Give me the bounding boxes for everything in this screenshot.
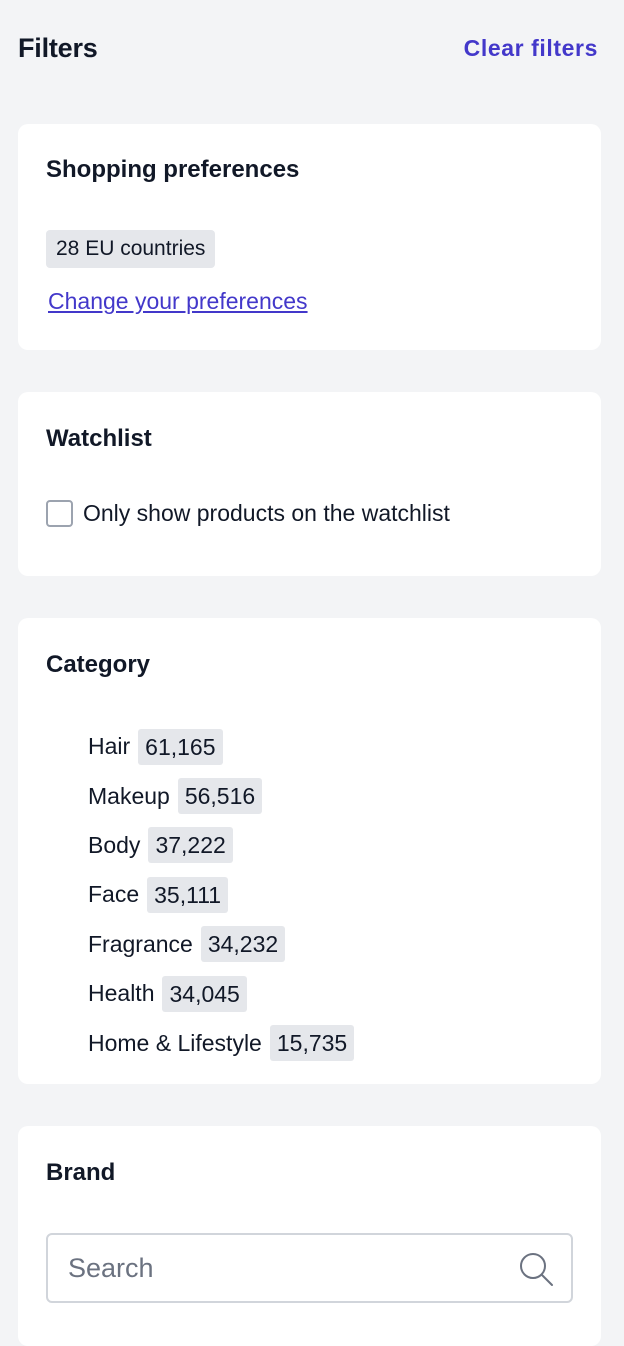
watchlist-card: Watchlist Only show products on the watc… — [18, 392, 601, 576]
shopping-preferences-card: Shopping preferences 28 EU countries Cha… — [18, 124, 601, 350]
search-icon[interactable] — [517, 1250, 555, 1288]
watchlist-title: Watchlist — [46, 425, 152, 452]
region-badge: 28 EU countries — [46, 230, 216, 268]
category-count: 15,735 — [269, 1025, 355, 1062]
category-label[interactable]: Health — [88, 980, 154, 1007]
page-title: Filters — [18, 32, 98, 63]
category-label[interactable]: Hair — [88, 733, 130, 760]
category-item-health[interactable]: Health 34,045 — [88, 969, 354, 1018]
category-item-body[interactable]: Body 37,222 — [88, 821, 354, 870]
category-item-fragrance[interactable]: Fragrance 34,232 — [88, 920, 354, 969]
brand-card: Brand — [18, 1126, 601, 1346]
category-count: 61,165 — [138, 728, 223, 765]
brand-title: Brand — [46, 1159, 116, 1186]
category-count: 34,045 — [162, 975, 247, 1012]
category-label[interactable]: Face — [88, 881, 139, 908]
watchlist-checkbox-row[interactable]: Only show products on the watchlist — [46, 500, 450, 527]
category-list: Hair 61,165 Makeup 56,516 Body 37,222 Fa… — [88, 722, 355, 1068]
change-preferences-link[interactable]: Change your preferences — [48, 288, 308, 315]
category-label[interactable]: Body — [88, 832, 140, 859]
brand-search-input[interactable] — [68, 1235, 498, 1301]
watchlist-checkbox[interactable] — [46, 500, 73, 527]
category-card: Category Hair 61,165 Makeup 56,516 Body … — [18, 618, 601, 1084]
filters-header: Filters Clear filters — [18, 28, 598, 68]
category-count: 37,222 — [148, 827, 233, 864]
category-item-home-lifestyle[interactable]: Home & Lifestyle 15,735 — [88, 1018, 355, 1067]
category-count: 56,516 — [177, 778, 263, 815]
category-item-makeup[interactable]: Makeup 56,516 — [88, 771, 354, 820]
category-count: 35,111 — [147, 876, 229, 913]
category-item-face[interactable]: Face 35,111 — [88, 870, 354, 919]
category-label[interactable]: Home & Lifestyle — [88, 1030, 262, 1057]
brand-search-box[interactable] — [46, 1233, 573, 1303]
clear-filters-button[interactable]: Clear filters — [464, 35, 598, 62]
category-label[interactable]: Makeup — [88, 783, 170, 810]
watchlist-checkbox-label[interactable]: Only show products on the watchlist — [83, 500, 450, 527]
category-count: 34,232 — [200, 926, 286, 963]
category-title: Category — [46, 651, 151, 678]
category-item-hair[interactable]: Hair 61,165 — [88, 722, 354, 771]
shopping-preferences-title: Shopping preferences — [46, 156, 300, 183]
category-label[interactable]: Fragrance — [88, 931, 193, 958]
